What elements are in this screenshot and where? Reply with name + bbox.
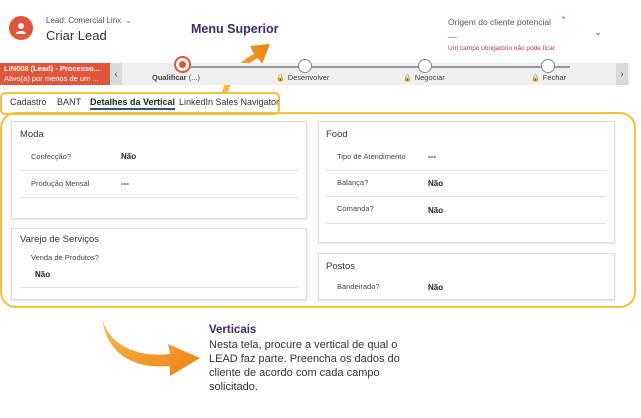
stage-negociar[interactable]: 🔒 Negociar [403, 73, 445, 82]
lock-icon: 🔒 [403, 75, 412, 82]
stage-qualificar-indicator[interactable] [174, 56, 191, 73]
stage-fechar[interactable]: 🔒 Fechar [531, 73, 566, 82]
annotation-verticais-title: Verticais [209, 324, 257, 336]
process-track [190, 66, 570, 68]
page-title: Criar Lead [46, 28, 107, 43]
required-marker: * [562, 15, 566, 24]
divider [20, 170, 298, 171]
process-name: LIN008 (Lead) - Processo... [4, 64, 100, 73]
origin-error-message: Um campo obrigatório não pode ficar [448, 45, 555, 52]
bandeirado-field[interactable]: Não [428, 283, 443, 292]
field-label: Venda de Produtos? [31, 253, 99, 262]
stage-label: Qualificar [152, 73, 187, 82]
chevron-down-icon: ⌄ [125, 16, 133, 25]
annotation-verticais-text: Nesta tela, procure a vertical de qual o… [209, 339, 400, 393]
section-postos [318, 253, 615, 300]
tab-cadastro[interactable]: Cadastro [10, 97, 47, 107]
entity-label: Lead: Comercial Linx [46, 16, 122, 25]
section-title: Moda [20, 129, 44, 140]
section-title: Varejo de Serviços [20, 234, 100, 245]
tab-bant[interactable]: BANT [57, 97, 81, 107]
field-label: Bandeirado? [337, 282, 380, 291]
annotation-arrow-right-icon [102, 318, 200, 376]
stage-qualificar[interactable]: Qualificar (...) [152, 73, 200, 82]
divider [20, 287, 298, 288]
stage-desenvolver-indicator[interactable] [298, 59, 312, 73]
tab-detalhes-vertical[interactable]: Detalhes da Vertical [90, 97, 176, 110]
stage-label: Negociar [414, 73, 445, 82]
stage-label: Desenvolver [287, 73, 330, 82]
stage-desenvolver[interactable]: 🔒 Desenvolver [276, 73, 329, 82]
field-label: Comanda? [337, 204, 374, 213]
divider [326, 170, 606, 171]
divider [326, 223, 606, 224]
field-label: Tipo de Atendimento [337, 152, 406, 161]
divider [20, 197, 298, 198]
process-prev-button[interactable]: ‹ [110, 63, 122, 85]
lead-avatar-icon [9, 16, 33, 40]
tipo-atendimento-field[interactable]: --- [428, 152, 436, 161]
producao-mensal-field[interactable]: --- [121, 179, 129, 188]
stage-negociar-indicator[interactable] [418, 59, 432, 73]
divider [326, 196, 606, 197]
form-entity-selector[interactable]: Lead: Comercial Linx ⌄ [46, 16, 132, 25]
stage-extra: (...) [188, 73, 200, 82]
confeccao-field[interactable]: Não [121, 152, 136, 161]
comanda-field[interactable]: Não [428, 206, 443, 215]
stage-fechar-indicator[interactable] [541, 59, 555, 73]
field-label: Produção Mensal [31, 179, 90, 188]
venda-produtos-field[interactable]: Não [35, 270, 50, 279]
lock-icon: 🔒 [276, 75, 285, 82]
tab-linkedin[interactable]: LinkedIn Sales Navigator [179, 97, 279, 107]
process-next-button[interactable]: › [616, 63, 628, 85]
origin-field-label: Origem do cliente potencial [448, 17, 552, 27]
origin-field-input[interactable]: --- [448, 32, 457, 42]
field-label: Balança? [337, 178, 369, 187]
balanca-field[interactable]: Não [428, 179, 443, 188]
chevron-down-icon[interactable]: ⌄ [594, 27, 602, 38]
process-status: Ativo(a) por menos de um ... [4, 74, 99, 83]
stage-label: Fechar [542, 73, 567, 82]
field-label: Confecção? [31, 152, 72, 161]
section-title: Postos [326, 261, 356, 272]
lock-icon: 🔒 [531, 75, 540, 82]
section-title: Food [326, 129, 348, 140]
